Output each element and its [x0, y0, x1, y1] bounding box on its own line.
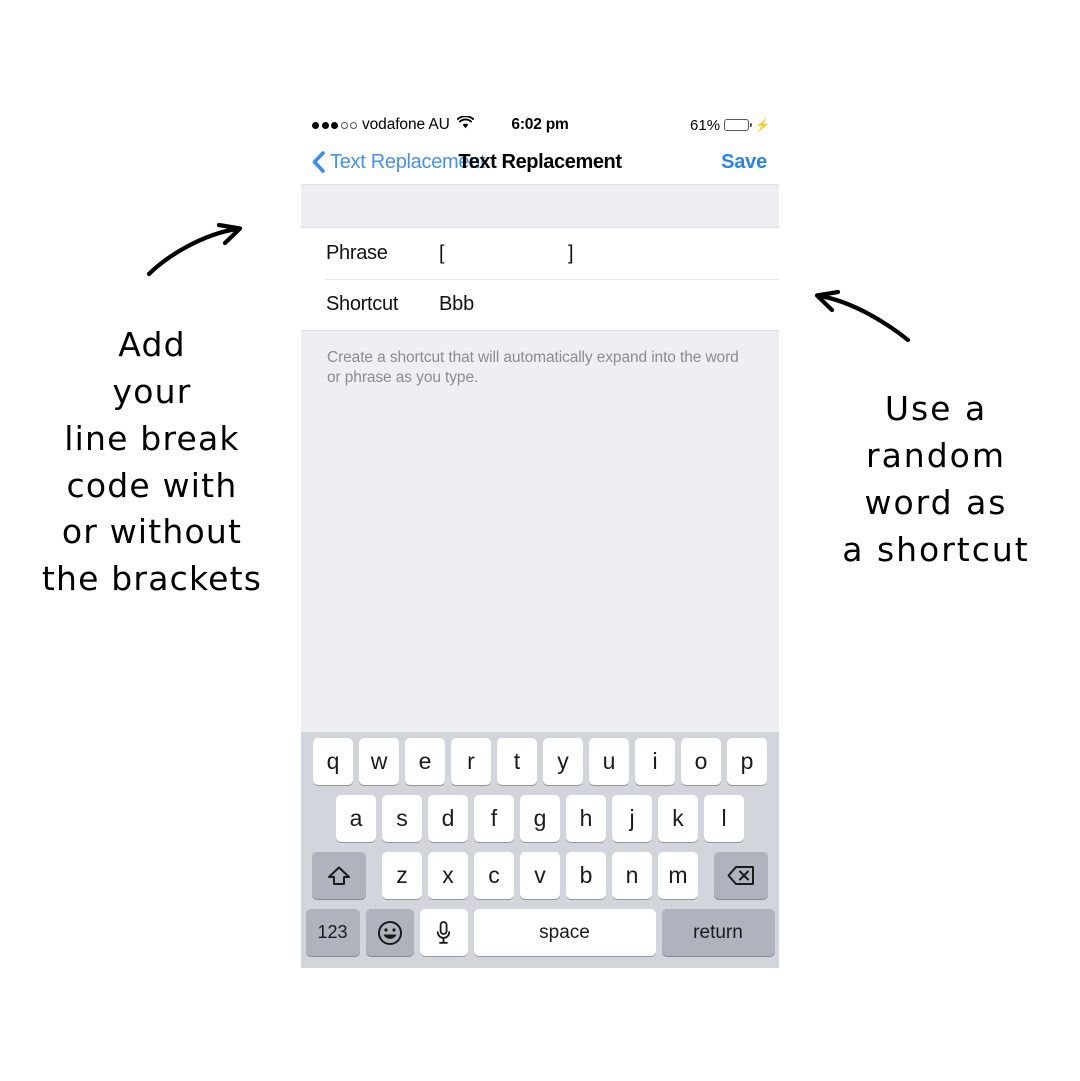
status-bar: vodafone AU 6:02 pm 61% ⚡	[301, 110, 779, 140]
phrase-row[interactable]: Phrase [ ]	[301, 228, 779, 279]
battery-percentage: 61%	[690, 116, 721, 134]
key-i[interactable]: i	[635, 738, 675, 785]
key-s[interactable]: s	[382, 795, 422, 842]
key-v[interactable]: v	[520, 852, 560, 899]
key-k[interactable]: k	[658, 795, 698, 842]
shift-key[interactable]	[312, 852, 366, 899]
key-d[interactable]: d	[428, 795, 468, 842]
key-g[interactable]: g	[520, 795, 560, 842]
annotation-right-text: Use a random word as a shortcut	[842, 389, 1030, 569]
keyboard-row-4: 123 space return	[301, 909, 779, 956]
emoji-key[interactable]	[365, 909, 414, 956]
key-j[interactable]: j	[612, 795, 652, 842]
battery-icon	[724, 119, 753, 131]
key-l[interactable]: l	[704, 795, 744, 842]
key-a[interactable]: a	[336, 795, 376, 842]
phrase-close-bracket: ]	[568, 242, 574, 264]
numbers-key[interactable]: 123	[305, 909, 360, 956]
key-w[interactable]: w	[359, 738, 399, 785]
save-button[interactable]: Save	[721, 140, 767, 184]
navigation-bar: Text Replacement Text Replacement Save	[301, 140, 779, 185]
smiley-face-icon	[377, 920, 402, 945]
key-r[interactable]: r	[451, 738, 491, 785]
key-x[interactable]: x	[428, 852, 468, 899]
form-footer-note: Create a shortcut that will automaticall…	[327, 349, 739, 386]
shortcut-row[interactable]: Shortcut Bbb	[301, 279, 779, 330]
back-button-label: Text Replacement	[330, 150, 486, 173]
key-y[interactable]: y	[543, 738, 583, 785]
key-e[interactable]: e	[405, 738, 445, 785]
backspace-delete-icon	[727, 866, 754, 885]
key-z[interactable]: z	[382, 852, 422, 899]
keyboard-row-1: qwertyuiop	[301, 738, 779, 785]
phrase-label: Phrase	[326, 242, 388, 264]
phrase-open-bracket: [	[439, 242, 445, 264]
dictation-key[interactable]	[419, 909, 468, 956]
shortcut-value[interactable]: Bbb	[439, 293, 779, 316]
backspace-key[interactable]	[714, 852, 768, 899]
microphone-icon	[436, 920, 451, 944]
annotation-left-text: Add your line break code with or without…	[41, 325, 263, 599]
keyboard-row-3: zxcvbnm	[301, 852, 779, 899]
key-h[interactable]: h	[566, 795, 606, 842]
text-replacement-form: Phrase [ ] Shortcut Bbb	[301, 227, 779, 331]
key-m[interactable]: m	[658, 852, 698, 899]
return-key[interactable]: return	[661, 909, 775, 956]
iphone-screenshot: vodafone AU 6:02 pm 61% ⚡ Text Replaceme…	[301, 110, 779, 968]
curved-arrow-left-icon	[814, 290, 911, 343]
key-n[interactable]: n	[612, 852, 652, 899]
settings-content: Phrase [ ] Shortcut Bbb Create a shortcu…	[301, 185, 779, 732]
key-u[interactable]: u	[589, 738, 629, 785]
shortcut-label: Shortcut	[326, 293, 399, 315]
key-f[interactable]: f	[474, 795, 514, 842]
lightning-bolt-icon: ⚡	[755, 118, 770, 132]
chevron-left-icon	[312, 151, 325, 173]
key-c[interactable]: c	[474, 852, 514, 899]
key-o[interactable]: o	[681, 738, 721, 785]
key-t[interactable]: t	[497, 738, 537, 785]
back-button[interactable]: Text Replacement	[312, 140, 486, 184]
curved-arrow-right-icon	[146, 222, 243, 277]
status-bar-right: 61% ⚡	[690, 110, 770, 140]
on-screen-keyboard: qwertyuiop asdfghjkl zxcvbnm 123 space r…	[301, 732, 779, 968]
shift-arrow-up-icon	[328, 866, 350, 885]
key-q[interactable]: q	[313, 738, 353, 785]
key-p[interactable]: p	[727, 738, 767, 785]
keyboard-row-2: asdfghjkl	[301, 795, 779, 842]
space-key[interactable]: space	[473, 909, 656, 956]
key-b[interactable]: b	[566, 852, 606, 899]
